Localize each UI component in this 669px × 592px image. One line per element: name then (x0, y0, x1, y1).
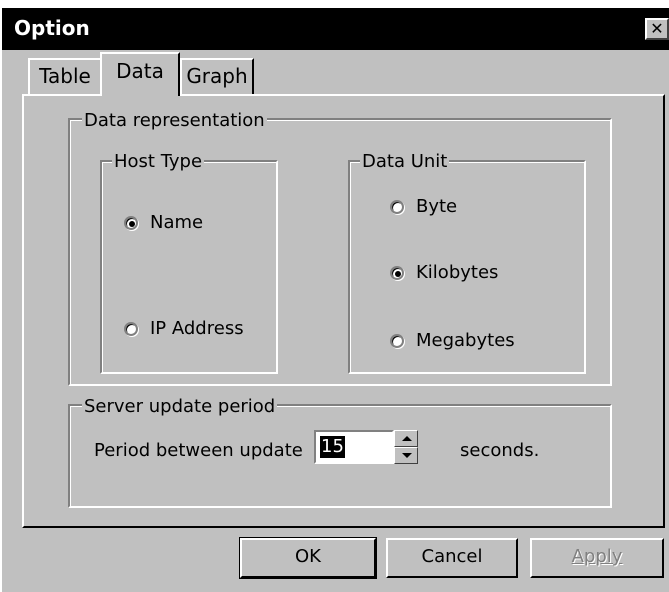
radio-unchecked-icon[interactable] (390, 199, 404, 214)
spin-down-button[interactable] (394, 447, 418, 464)
data-representation-legend: Data representation (82, 110, 267, 131)
data-unit-legend: Data Unit (360, 151, 450, 172)
ok-button[interactable]: OK (239, 537, 377, 579)
host-type-group (100, 160, 278, 374)
title-bar[interactable]: Option ✕ (2, 8, 669, 50)
tab-data[interactable]: Data (100, 52, 180, 96)
period-label: Period between update (94, 440, 303, 461)
radio-unit-kilobytes[interactable]: Kilobytes (390, 262, 498, 283)
radio-unchecked-icon[interactable] (124, 321, 138, 336)
radio-host-name[interactable]: Name (124, 212, 203, 233)
spin-up-button[interactable] (394, 430, 418, 447)
arrow-up-icon (402, 436, 412, 441)
window-title: Option (14, 16, 90, 40)
radio-unchecked-icon[interactable] (390, 333, 404, 348)
radio-unit-byte-label: Byte (416, 196, 458, 217)
host-type-legend: Host Type (112, 151, 205, 172)
apply-button[interactable]: Apply (530, 538, 664, 578)
tab-table[interactable]: Table (28, 58, 102, 94)
tab-graph[interactable]: Graph (180, 58, 254, 94)
radio-unit-byte[interactable]: Byte (390, 196, 457, 217)
radio-checked-icon[interactable] (124, 215, 138, 230)
period-spinner[interactable] (394, 430, 418, 464)
radio-host-ip-label: IP Address (150, 318, 244, 339)
close-button[interactable]: ✕ (645, 18, 669, 40)
radio-unit-megabytes-label: Megabytes (416, 330, 515, 351)
radio-host-name-label: Name (150, 212, 204, 233)
close-icon: ✕ (650, 19, 664, 38)
cancel-button[interactable]: Cancel (386, 538, 518, 578)
seconds-label: seconds. (460, 440, 540, 461)
period-value: 15 (320, 436, 345, 458)
radio-unit-kilobytes-label: Kilobytes (416, 262, 499, 283)
radio-host-ip-address[interactable]: IP Address (124, 318, 244, 339)
radio-checked-icon[interactable] (390, 265, 404, 280)
period-input[interactable]: 15 (314, 430, 394, 464)
radio-unit-megabytes[interactable]: Megabytes (390, 330, 515, 351)
arrow-down-icon (402, 453, 412, 458)
server-update-legend: Server update period (82, 396, 278, 417)
